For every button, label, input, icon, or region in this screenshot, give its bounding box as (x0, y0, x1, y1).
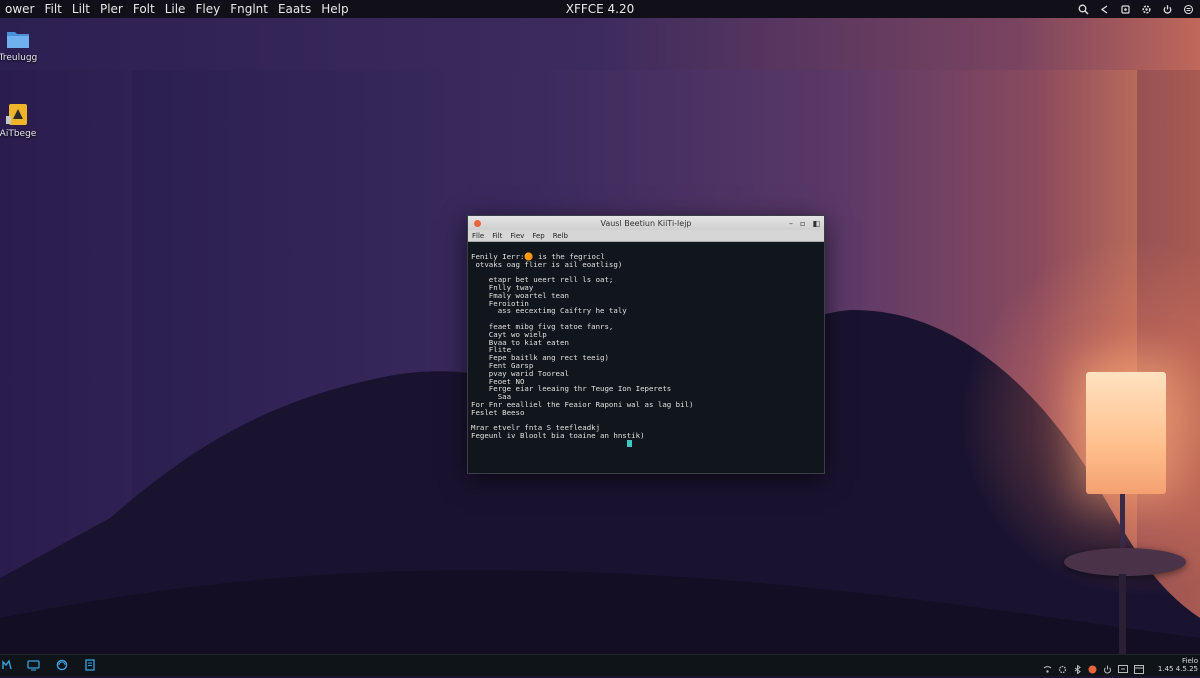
top-menu-item[interactable]: Folt (128, 0, 160, 18)
side-table (1064, 548, 1186, 576)
clock-line: 1.45 4.5.25 (1157, 665, 1198, 673)
network-icon[interactable] (1043, 659, 1052, 678)
share-icon[interactable] (1098, 3, 1110, 15)
terminal-menu-item[interactable]: Fep (528, 232, 548, 240)
top-menu-item[interactable]: ower (0, 0, 39, 18)
top-menu-item[interactable]: Lilt (67, 0, 95, 18)
desktop-icon-file[interactable]: AiTbege (0, 104, 41, 139)
window-controls: – ▫ ◧ (789, 219, 820, 228)
terminal-titlebar[interactable]: Vausl Beetiun KiiTi-lejp – ▫ ◧ (468, 216, 824, 230)
clock[interactable]: Fielo 1.45 4.5.25 (1148, 657, 1198, 673)
terminal-window[interactable]: Vausl Beetiun KiiTi-lejp – ▫ ◧ Flle Filt… (467, 215, 825, 474)
terminal-title: Vausl Beetiun KiiTi-lejp (600, 218, 692, 228)
top-panel: ower Filt Lilt Pler Folt Lile Fley Fngln… (0, 0, 1200, 18)
terminal-line: otvaks oag flier is ail eoatlisg) (471, 259, 623, 269)
panel-menu-icon[interactable] (1182, 3, 1194, 15)
clock-line: Fielo (1182, 657, 1198, 665)
terminal-menu-item[interactable]: Fiev (506, 232, 528, 240)
desktop-icon-folder[interactable]: Treulugg (0, 28, 41, 63)
search-icon[interactable] (1077, 3, 1089, 15)
terminal-line: Bvaa to kiat eaten (471, 337, 569, 347)
desktop-icon-label: Treulugg (0, 53, 38, 63)
display-icon[interactable] (1118, 659, 1128, 678)
terminal-menu-item[interactable]: Filt (488, 232, 506, 240)
top-menu-item[interactable]: Fley (190, 0, 225, 18)
bluetooth-icon[interactable] (1073, 659, 1082, 678)
terminal-line: Feslet Beeso (471, 407, 525, 417)
settings-icon[interactable] (1058, 659, 1067, 678)
bottom-panel: Fielo 1.45 4.5.25 (0, 654, 1200, 676)
browser-icon[interactable] (55, 658, 69, 672)
maximize-icon[interactable]: ▫ (800, 219, 805, 228)
side-table-leg (1119, 574, 1126, 654)
power-icon[interactable] (1103, 659, 1112, 678)
security-icon[interactable] (1119, 3, 1131, 15)
system-tray (1043, 659, 1144, 678)
lamp-shade (1086, 372, 1166, 494)
top-menu-item[interactable]: Lile (160, 0, 191, 18)
restore-icon[interactable]: ◧ (812, 219, 820, 228)
top-menu-item[interactable]: Eaats (273, 0, 316, 18)
terminal-prompt[interactable] (471, 440, 821, 448)
folder-icon (6, 28, 30, 50)
record-icon[interactable] (1088, 659, 1097, 678)
top-tray (1077, 0, 1194, 18)
terminal-menubar: Flle Filt Fiev Fep Relb (468, 230, 824, 242)
power-icon[interactable] (1161, 3, 1173, 15)
settings-icon[interactable] (1140, 3, 1152, 15)
top-menu-item[interactable]: Pler (95, 0, 128, 18)
terminal-line: Ferge eiar leeaing thr Teuge Ion Ieperet… (471, 384, 672, 394)
top-menu: ower Filt Lilt Pler Folt Lile Fley Fngln… (0, 0, 354, 18)
top-menu-item[interactable]: Help (316, 0, 353, 18)
top-menu-item[interactable]: Filt (39, 0, 66, 18)
minimize-icon[interactable]: – (789, 219, 793, 228)
terminal-output[interactable]: Fenily Ierr:🟠 is the fegriocl otvaks oag… (468, 242, 824, 466)
files-icon[interactable] (83, 658, 97, 672)
desktop-icon-label: AiTbege (0, 129, 37, 139)
monitor-icon[interactable] (26, 658, 40, 672)
terminal-line: ass eecextimg Caiftry he taly (471, 306, 627, 316)
terminal-cursor (626, 440, 632, 448)
terminal-launcher-icon[interactable] (0, 658, 14, 672)
terminal-menu-item[interactable]: Flle (468, 232, 488, 240)
warning-file-icon (6, 104, 30, 126)
terminal-menu-item[interactable]: Relb (549, 232, 572, 240)
top-menu-item[interactable]: Fnglnt (225, 0, 273, 18)
window-icon[interactable] (1134, 659, 1144, 678)
